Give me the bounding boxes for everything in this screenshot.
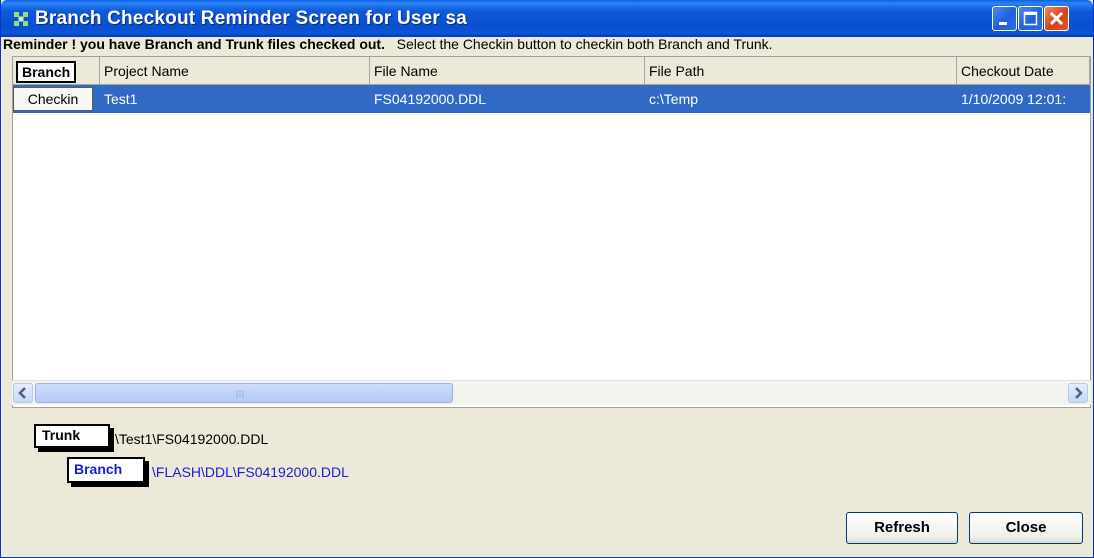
refresh-button[interactable]: Refresh <box>846 512 958 544</box>
chevron-right-icon <box>1075 387 1083 399</box>
col-file-name[interactable]: File Name <box>370 57 645 85</box>
reminder-instruction-text: Select the Checkin button to checkin bot… <box>396 36 773 52</box>
horizontal-scrollbar[interactable] <box>12 380 1091 405</box>
table-header: Branch Project Name File Name File Path … <box>13 57 1090 85</box>
chevron-left-icon <box>18 387 26 399</box>
reminder-message: Reminder ! you have Branch and Trunk fil… <box>3 36 773 52</box>
cell-file-path: c:\Temp <box>649 91 699 107</box>
scroll-right-button[interactable] <box>1068 383 1088 403</box>
grip-icon <box>236 390 244 398</box>
col-checkout-date[interactable]: Checkout Date <box>957 57 1090 85</box>
trunk-path: \Test1\FS04192000.DDL <box>115 431 269 447</box>
minimize-icon <box>999 22 1007 25</box>
cell-checkout-date: 1/10/2009 12:01: <box>961 91 1067 107</box>
close-button[interactable]: Close <box>969 512 1083 544</box>
title-bar[interactable]: Branch Checkout Reminder Screen for User… <box>1 0 1093 37</box>
maximize-button[interactable] <box>1018 6 1043 31</box>
scroll-thumb[interactable] <box>35 383 453 403</box>
col-project-name[interactable]: Project Name <box>100 57 370 85</box>
close-icon <box>1049 11 1064 26</box>
app-icon <box>14 12 28 26</box>
branch-path: \FLASH\DDL\FS04192000.DDL <box>152 464 349 480</box>
branch-label: Branch <box>67 457 145 483</box>
reminder-bold-text: Reminder ! you have Branch and Trunk fil… <box>3 36 385 52</box>
checkout-table: Branch Project Name File Name File Path … <box>12 56 1091 408</box>
maximize-icon <box>1023 11 1038 26</box>
scroll-left-button[interactable] <box>13 383 33 403</box>
branch-header-button[interactable]: Branch <box>16 61 77 83</box>
col-file-path[interactable]: File Path <box>645 57 957 85</box>
checkout-reminder-window: Branch Checkout Reminder Screen for User… <box>0 0 1094 558</box>
cell-file-name: FS04192000.DDL <box>374 91 487 107</box>
cell-project-name: Test1 <box>104 91 138 107</box>
header-branch-cell: Branch <box>13 57 100 85</box>
close-window-button[interactable] <box>1044 6 1069 31</box>
table-row[interactable]: Checkin Test1 FS04192000.DDL c:\Temp 1/1… <box>13 85 1090 113</box>
window-title: Branch Checkout Reminder Screen for User… <box>35 8 468 29</box>
trunk-label: Trunk <box>34 424 110 448</box>
checkin-button[interactable]: Checkin <box>13 87 93 111</box>
minimize-button[interactable] <box>992 6 1017 31</box>
